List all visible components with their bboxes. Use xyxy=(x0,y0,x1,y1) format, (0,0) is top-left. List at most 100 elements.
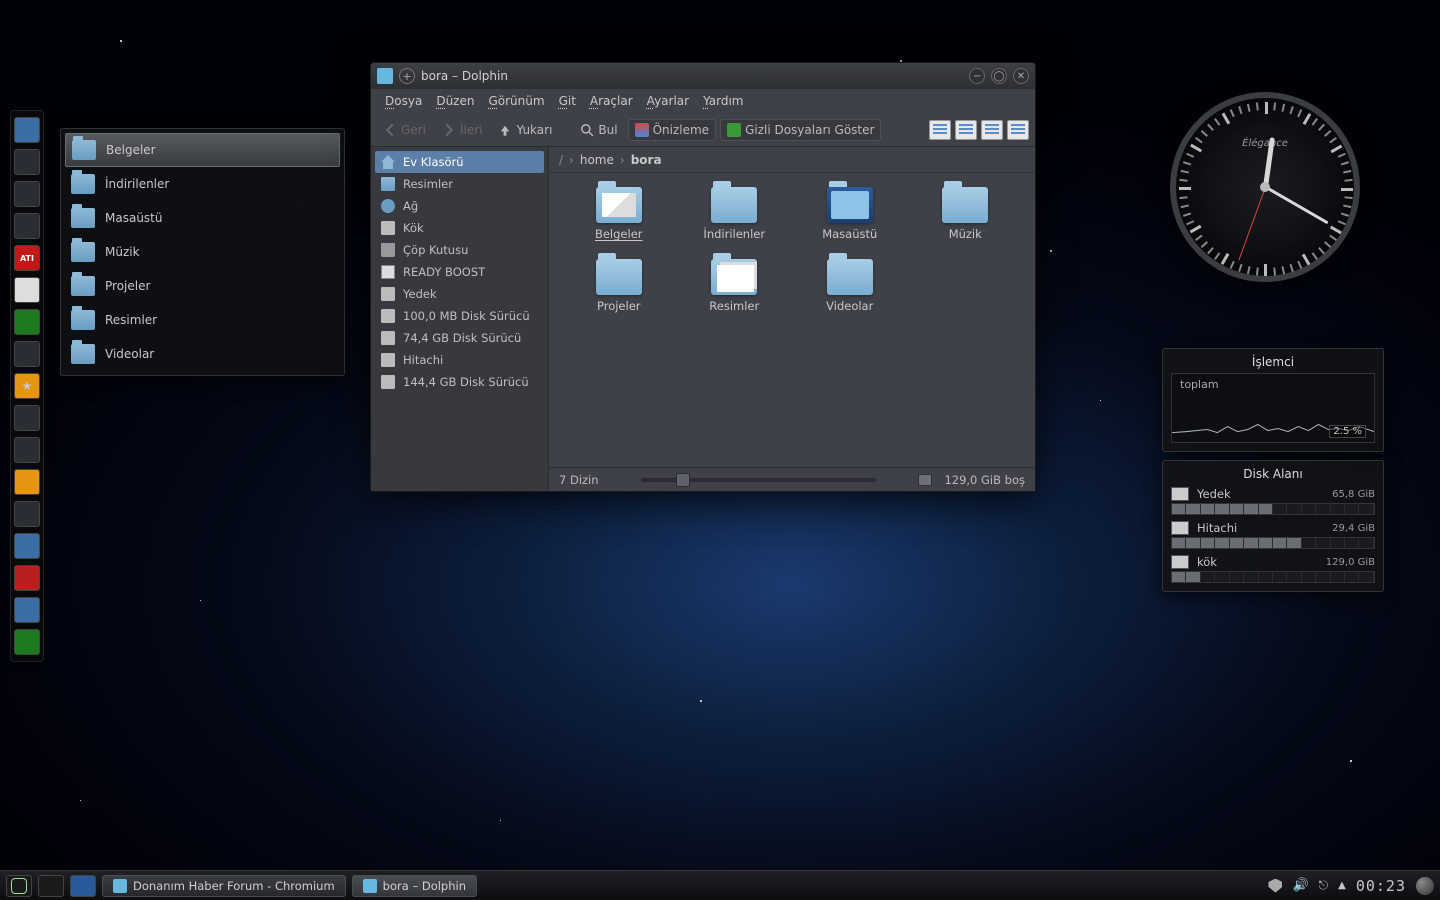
menu-görünüm[interactable]: Görünüm xyxy=(482,92,550,111)
zoom-slider[interactable] xyxy=(641,478,877,482)
menu-ayarlar[interactable]: Ayarlar xyxy=(641,92,695,111)
launcher-writer-icon[interactable] xyxy=(14,597,40,623)
launcher-monitor-icon[interactable] xyxy=(14,181,40,207)
trash-icon xyxy=(381,243,395,257)
quickview-item[interactable]: İndirilenler xyxy=(65,167,340,201)
breadcrumb[interactable]: / › home › bora xyxy=(549,147,1035,173)
folder-icon xyxy=(827,187,873,223)
place-item[interactable]: 100,0 MB Disk Sürücü xyxy=(371,305,548,327)
launcher-monitor2-icon[interactable] xyxy=(14,213,40,239)
file-item[interactable]: Müzik xyxy=(912,187,1020,241)
place-label: Çöp Kutusu xyxy=(403,243,468,257)
place-item[interactable]: Ev Klasörü xyxy=(375,151,544,173)
menu-git[interactable]: Git xyxy=(553,92,582,111)
place-label: Kök xyxy=(403,221,424,235)
place-item[interactable]: Ağ xyxy=(371,195,548,217)
file-item[interactable]: Masaüstü xyxy=(796,187,904,241)
view-icons-button[interactable] xyxy=(929,120,951,140)
hidden-files-button[interactable]: Gizli Dosyaları Göster xyxy=(720,119,881,141)
menu-dosya[interactable]: Dosya xyxy=(379,92,428,111)
minimize-button[interactable]: − xyxy=(969,68,985,84)
file-item[interactable]: Belgeler xyxy=(565,187,673,241)
titlebar[interactable]: + bora – Dolphin − ◯ ✕ xyxy=(371,63,1035,89)
file-label: Müzik xyxy=(949,227,982,241)
preview-icon xyxy=(635,123,649,137)
launcher-vlc-icon[interactable] xyxy=(14,469,40,495)
place-item[interactable]: Çöp Kutusu xyxy=(371,239,548,261)
quickview-item[interactable]: Resimler xyxy=(65,303,340,337)
place-item[interactable]: Yedek xyxy=(371,283,548,305)
quickview-item[interactable]: Masaüstü xyxy=(65,201,340,235)
disk-row: kök129,0 GiB xyxy=(1171,555,1375,569)
dolphin-app-icon xyxy=(377,68,393,84)
taskbar-task[interactable]: bora – Dolphin xyxy=(352,875,477,897)
moon-icon[interactable] xyxy=(1416,877,1434,895)
pin-button[interactable]: + xyxy=(399,68,415,84)
breadcrumb-home[interactable]: home xyxy=(580,153,614,167)
start-menu-button[interactable] xyxy=(6,875,32,897)
launcher-pdf-icon[interactable] xyxy=(14,565,40,591)
quickview-item[interactable]: Belgeler xyxy=(65,133,340,167)
menu-yardım[interactable]: Yardım xyxy=(697,92,749,111)
shield-icon[interactable] xyxy=(1268,879,1282,893)
place-item[interactable]: READY BOOST xyxy=(371,261,548,283)
file-grid[interactable]: BelgelerİndirilenlerMasaüstü Müzik Projele… xyxy=(549,173,1035,467)
launcher-home-icon[interactable] xyxy=(14,117,40,143)
view-details-button[interactable] xyxy=(981,120,1003,140)
launcher-ati-icon[interactable]: ATI xyxy=(14,245,40,271)
launcher-dock: ATI ★ xyxy=(10,110,44,662)
place-item[interactable]: Hitachi xyxy=(371,349,548,371)
find-button[interactable]: Bul xyxy=(574,120,623,140)
close-button[interactable]: ✕ xyxy=(1013,68,1029,84)
folder-icon xyxy=(596,187,642,223)
tray-expand-icon[interactable]: ▲ xyxy=(1338,880,1346,891)
launcher-settings-icon[interactable] xyxy=(14,341,40,367)
file-item[interactable]: Resimler xyxy=(681,259,789,313)
quickview-label: İndirilenler xyxy=(105,177,169,191)
activity-button[interactable] xyxy=(38,875,64,897)
breadcrumb-root[interactable]: / xyxy=(559,153,563,167)
disk-usage-bar xyxy=(1171,571,1375,583)
quickview-item[interactable]: Müzik xyxy=(65,235,340,269)
menu-araçlar[interactable]: Araçlar xyxy=(584,92,639,111)
quickview-item[interactable]: Projeler xyxy=(65,269,340,303)
volume-icon[interactable]: 🔊 xyxy=(1292,878,1308,893)
breadcrumb-bora[interactable]: bora xyxy=(631,153,662,167)
maximize-button[interactable]: ◯ xyxy=(991,68,1007,84)
up-button[interactable]: Yukarı xyxy=(492,120,558,140)
file-item[interactable]: Projeler xyxy=(565,259,673,313)
preview-button[interactable]: Önizleme xyxy=(628,119,716,141)
launcher-clapper-icon[interactable] xyxy=(14,501,40,527)
show-desktop-button[interactable] xyxy=(70,875,96,897)
launcher-green-icon[interactable] xyxy=(14,309,40,335)
folder-icon xyxy=(71,344,95,364)
file-item[interactable]: Videolar xyxy=(796,259,904,313)
launcher-cd-icon[interactable] xyxy=(14,437,40,463)
place-item[interactable]: Resimler xyxy=(371,173,548,195)
menu-düzen[interactable]: Düzen xyxy=(430,92,480,111)
statusbar: 7 Dizin 129,0 GiB boş xyxy=(549,467,1035,491)
back-button[interactable]: Geri xyxy=(377,120,432,140)
place-item[interactable]: Kök xyxy=(371,217,548,239)
launcher-folder-icon[interactable] xyxy=(14,149,40,175)
launcher-calc-icon[interactable] xyxy=(14,629,40,655)
launcher-terminal-icon[interactable] xyxy=(14,405,40,431)
view-compact-button[interactable] xyxy=(955,120,977,140)
quickview-label: Masaüstü xyxy=(105,211,162,225)
forward-button[interactable]: İleri xyxy=(436,120,489,140)
launcher-globe-icon[interactable] xyxy=(14,533,40,559)
file-item[interactable]: İndirilenler xyxy=(681,187,789,241)
cpu-percent: 2.5 % xyxy=(1329,425,1366,438)
network-icon[interactable]: ⎋ xyxy=(1319,878,1329,893)
tray-clock[interactable]: 00:23 xyxy=(1356,877,1406,895)
place-item[interactable]: 144,4 GB Disk Sürücü xyxy=(371,371,548,393)
drive-icon xyxy=(1171,555,1189,569)
quickview-item[interactable]: Videolar xyxy=(65,337,340,371)
launcher-disc-icon[interactable] xyxy=(14,277,40,303)
launcher-star-icon[interactable]: ★ xyxy=(14,373,40,399)
clock-brand: Élégance xyxy=(1176,138,1354,149)
place-item[interactable]: 74,4 GB Disk Sürücü xyxy=(371,327,548,349)
place-label: 144,4 GB Disk Sürücü xyxy=(403,375,529,389)
taskbar-task[interactable]: Donanım Haber Forum - Chromium xyxy=(102,875,346,897)
view-columns-button[interactable] xyxy=(1007,120,1029,140)
